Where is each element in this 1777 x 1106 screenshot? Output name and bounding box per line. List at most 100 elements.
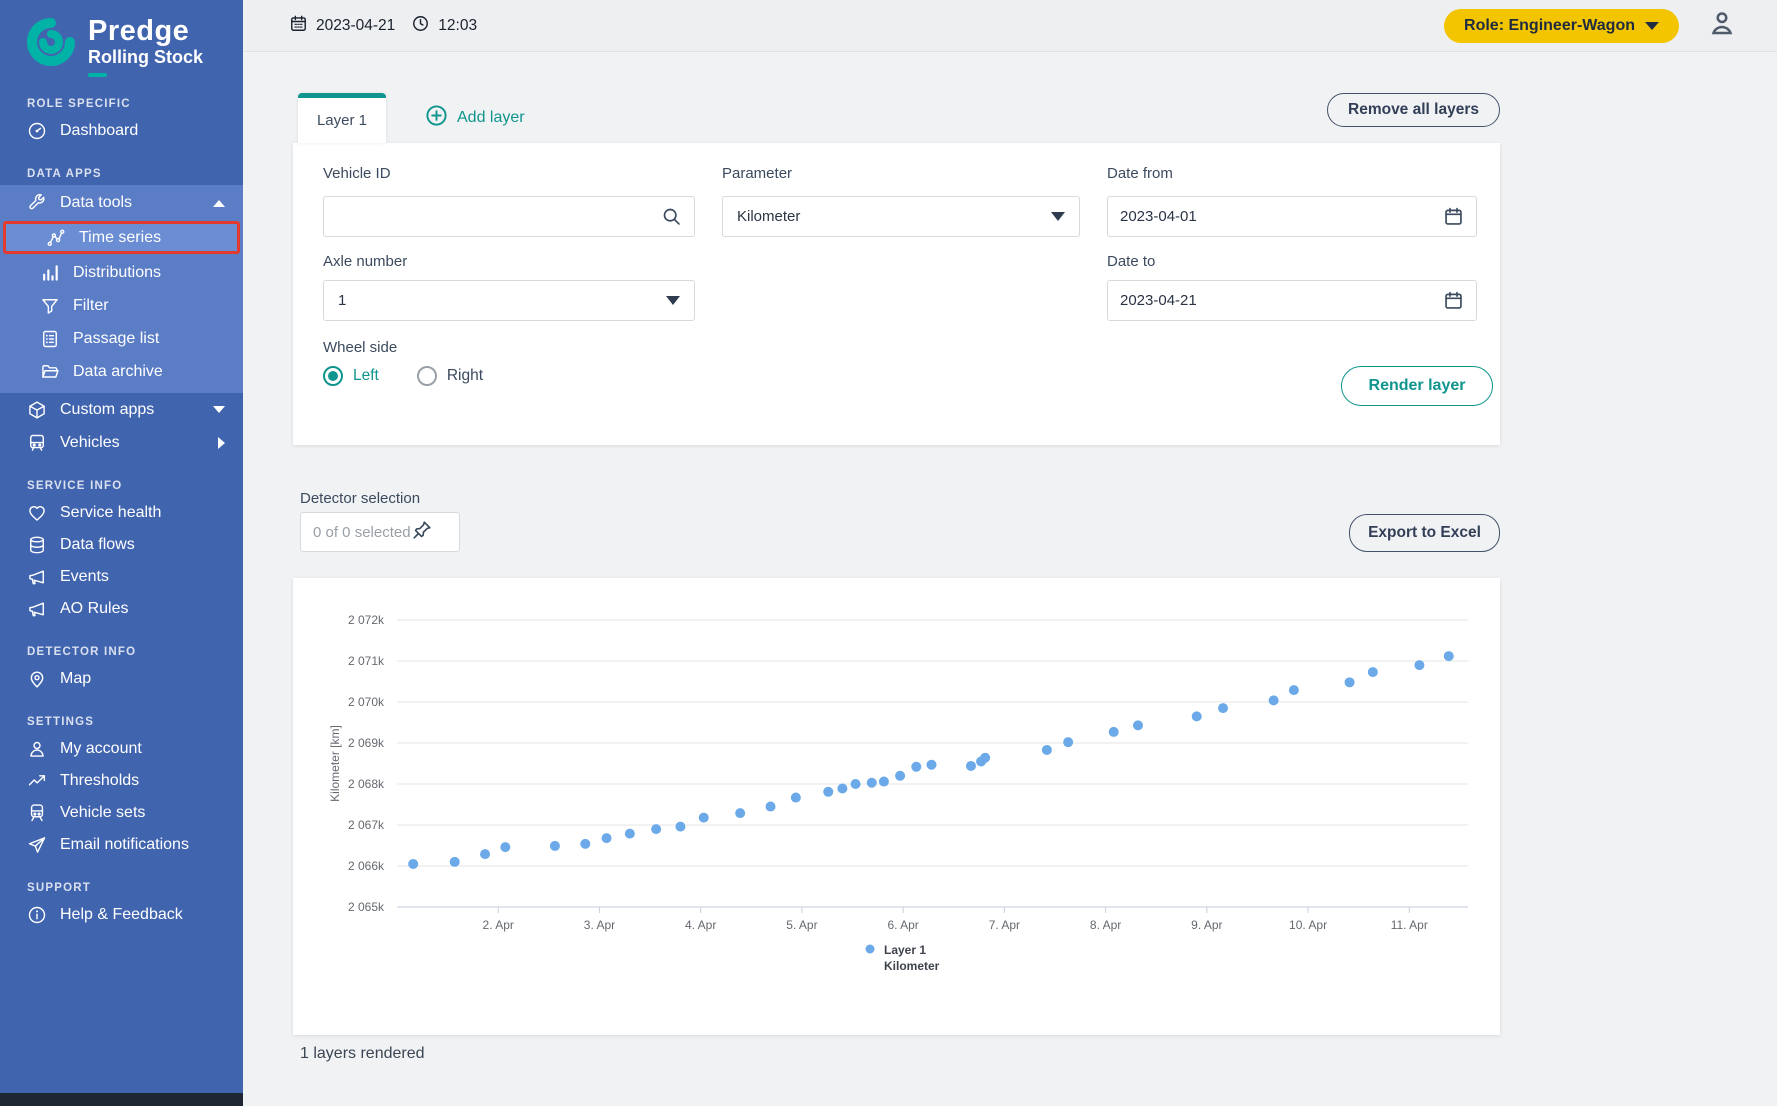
bus-icon bbox=[27, 433, 47, 453]
svg-text:2 070k: 2 070k bbox=[348, 695, 385, 709]
data-tools-group: Data tools Time series Distributions Fil… bbox=[0, 185, 243, 393]
svg-text:11. Apr: 11. Apr bbox=[1391, 918, 1428, 932]
sidebar-item-distributions[interactable]: Distributions bbox=[0, 256, 243, 289]
megaphone-icon bbox=[27, 599, 47, 619]
sidebar-item-label: Help & Feedback bbox=[60, 906, 183, 923]
sidebar-item-data-archive[interactable]: Data archive bbox=[0, 355, 243, 388]
svg-text:2 072k: 2 072k bbox=[348, 613, 385, 627]
sidebar-item-passage-list[interactable]: Passage list bbox=[0, 322, 243, 355]
sidebar-item-vehicle-sets[interactable]: Vehicle sets bbox=[0, 797, 243, 829]
remove-all-layers-button[interactable]: Remove all layers bbox=[1327, 93, 1500, 127]
sidebar-item-vehicles[interactable]: Vehicles bbox=[0, 426, 243, 459]
list-icon bbox=[40, 329, 60, 349]
sidebar-item-thresholds[interactable]: Thresholds bbox=[0, 765, 243, 797]
timeseries-chart: 2 065k 2 066k 2 067k 2 068k 2 069k 2 070k 2 07… bbox=[328, 613, 1468, 973]
date-to-field bbox=[1107, 280, 1477, 321]
section-role-specific: ROLE SPECIFIC bbox=[27, 98, 131, 110]
sidebar-item-map[interactable]: Map bbox=[0, 663, 243, 695]
sidebar-item-label: Service health bbox=[60, 504, 162, 521]
wheel-right-label: Right bbox=[446, 367, 484, 384]
vehicle-id-input[interactable] bbox=[324, 197, 661, 236]
chevron-down-icon bbox=[666, 296, 680, 305]
person-icon bbox=[27, 739, 47, 759]
sidebar-item-label: Data flows bbox=[60, 536, 135, 553]
svg-text:2. Apr: 2. Apr bbox=[483, 918, 514, 932]
axle-number-select[interactable]: 1 bbox=[323, 280, 695, 321]
calendar-icon bbox=[289, 14, 308, 38]
vehicle-id-label: Vehicle ID bbox=[323, 165, 391, 182]
chevron-down-icon bbox=[1645, 21, 1659, 30]
svg-text:Kilometer [km]: Kilometer [km] bbox=[328, 725, 342, 802]
train-icon bbox=[27, 803, 47, 823]
sidebar-item-label: Filter bbox=[73, 296, 109, 314]
sidebar-item-label: Passage list bbox=[73, 329, 160, 347]
user-avatar-button[interactable] bbox=[1707, 8, 1737, 43]
sidebar-item-dashboard[interactable]: Dashboard bbox=[0, 115, 243, 147]
detector-selection-dropdown[interactable]: 0 of 0 selected bbox=[300, 512, 460, 552]
tab-layer-1[interactable]: Layer 1 bbox=[298, 93, 386, 143]
sidebar-item-label: Data tools bbox=[60, 194, 133, 211]
svg-text:5. Apr: 5. Apr bbox=[786, 918, 817, 932]
svg-text:2 071k: 2 071k bbox=[348, 654, 385, 668]
date-from-input[interactable] bbox=[1108, 197, 1443, 236]
topbar: 2023-04-21 12:03 Role: Engineer-Wagon bbox=[243, 0, 1777, 52]
section-detector-info: DETECTOR INFO bbox=[27, 646, 137, 658]
sidebar-item-service-health[interactable]: Service health bbox=[0, 497, 243, 529]
sidebar-item-label: Time series bbox=[79, 228, 162, 246]
info-icon bbox=[27, 905, 47, 925]
date-from-field bbox=[1107, 196, 1477, 237]
chart-card: 2 065k 2 066k 2 067k 2 068k 2 069k 2 070k 2 07… bbox=[293, 578, 1500, 1035]
time-series-icon bbox=[46, 228, 66, 248]
parameter-value: Kilometer bbox=[737, 208, 801, 225]
sidebar-item-email-notifications[interactable]: Email notifications bbox=[0, 829, 243, 861]
layer-settings-card: Vehicle ID Parameter Kilometer Date from… bbox=[293, 143, 1500, 445]
svg-text:2 067k: 2 067k bbox=[348, 818, 385, 832]
role-selector-button[interactable]: Role: Engineer-Wagon bbox=[1444, 8, 1679, 43]
svg-text:10. Apr: 10. Apr bbox=[1289, 918, 1327, 932]
sidebar-item-label: My account bbox=[60, 740, 142, 757]
chevron-down-icon bbox=[1051, 212, 1065, 221]
trend-icon bbox=[27, 771, 47, 791]
sidebar-item-events[interactable]: Events bbox=[0, 561, 243, 593]
sidebar-item-label: Events bbox=[60, 568, 109, 585]
svg-text:2 066k: 2 066k bbox=[348, 859, 385, 873]
paper-plane-icon bbox=[27, 835, 47, 855]
heart-icon bbox=[27, 503, 47, 523]
calendar-icon[interactable] bbox=[1443, 290, 1464, 311]
axle-number-value: 1 bbox=[338, 292, 347, 309]
sidebar-item-label: Vehicle sets bbox=[60, 804, 146, 821]
logo-title: Predge bbox=[88, 15, 190, 47]
clock-icon bbox=[411, 14, 430, 38]
sidebar-item-label: Thresholds bbox=[60, 772, 140, 789]
sidebar-item-filter[interactable]: Filter bbox=[0, 289, 243, 322]
date-from-label: Date from bbox=[1107, 165, 1173, 182]
sidebar-item-ao-rules[interactable]: AO Rules bbox=[0, 593, 243, 625]
sidebar-item-time-series[interactable]: Time series bbox=[3, 221, 240, 254]
sidebar-item-data-tools[interactable]: Data tools bbox=[0, 187, 243, 219]
logo-subtitle: Rolling Stock bbox=[88, 47, 204, 67]
map-pin-icon bbox=[27, 669, 47, 689]
sidebar-item-custom-apps[interactable]: Custom apps bbox=[0, 393, 243, 426]
wheel-right-radio[interactable] bbox=[416, 366, 437, 386]
section-settings: SETTINGS bbox=[27, 716, 95, 728]
detector-selection-label: Detector selection bbox=[300, 490, 421, 507]
parameter-select[interactable]: Kilometer bbox=[722, 196, 1080, 237]
sidebar-item-help-feedback[interactable]: Help & Feedback bbox=[0, 899, 243, 931]
render-layer-button[interactable]: Render layer bbox=[1341, 366, 1493, 406]
megaphone-icon bbox=[27, 567, 47, 587]
sidebar-item-my-account[interactable]: My account bbox=[0, 733, 243, 765]
sidebar-item-label: Data archive bbox=[73, 362, 163, 380]
filter-icon bbox=[40, 296, 60, 316]
sidebar-item-data-flows[interactable]: Data flows bbox=[0, 529, 243, 561]
sidebar: Predge Rolling Stock ROLE SPECIFIC Dashb… bbox=[0, 0, 243, 1106]
export-to-excel-button[interactable]: Export to Excel bbox=[1349, 514, 1500, 552]
date-to-input[interactable] bbox=[1108, 281, 1443, 320]
add-layer-button[interactable]: Add layer bbox=[425, 93, 525, 143]
wheel-left-label: Left bbox=[353, 367, 379, 384]
dashboard-icon bbox=[27, 121, 47, 141]
calendar-icon[interactable] bbox=[1443, 206, 1464, 227]
date-to-label: Date to bbox=[1107, 253, 1156, 270]
search-icon[interactable] bbox=[661, 206, 682, 227]
expand-icon bbox=[213, 406, 225, 413]
wheel-left-radio[interactable] bbox=[323, 366, 343, 386]
